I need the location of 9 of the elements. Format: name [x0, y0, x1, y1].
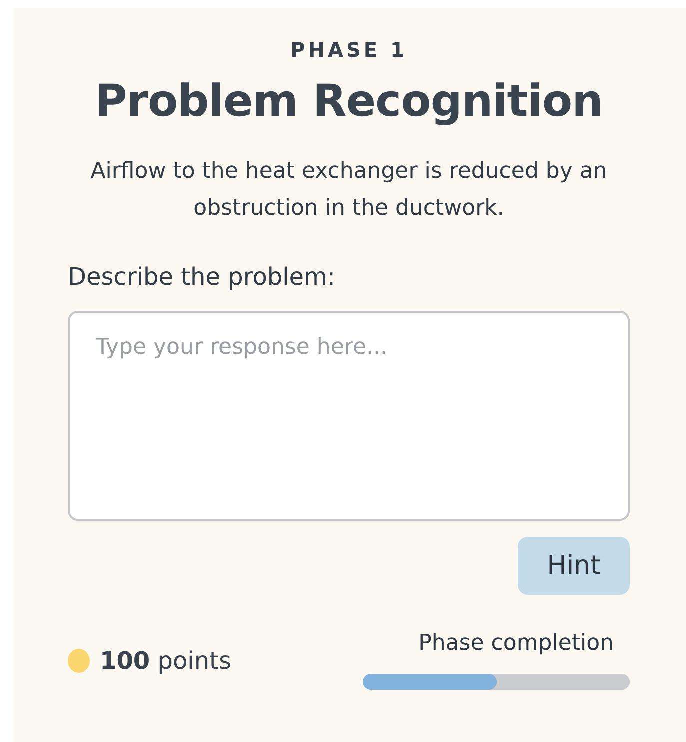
hint-button[interactable]: Hint — [518, 537, 630, 595]
page-title: Problem Recognition — [95, 76, 603, 127]
coin-icon — [68, 649, 90, 673]
points-text: 100 points — [100, 647, 232, 675]
progress-label: Phase completion — [418, 631, 614, 656]
prompt-label: Describe the problem: — [68, 263, 337, 291]
response-field[interactable]: Type your response here... — [68, 311, 630, 521]
phase-label: PHASE 1 — [290, 38, 408, 62]
problem-description: Airflow to the heat exchanger is reduced by an obstruction in the ductwork. — [90, 158, 608, 223]
